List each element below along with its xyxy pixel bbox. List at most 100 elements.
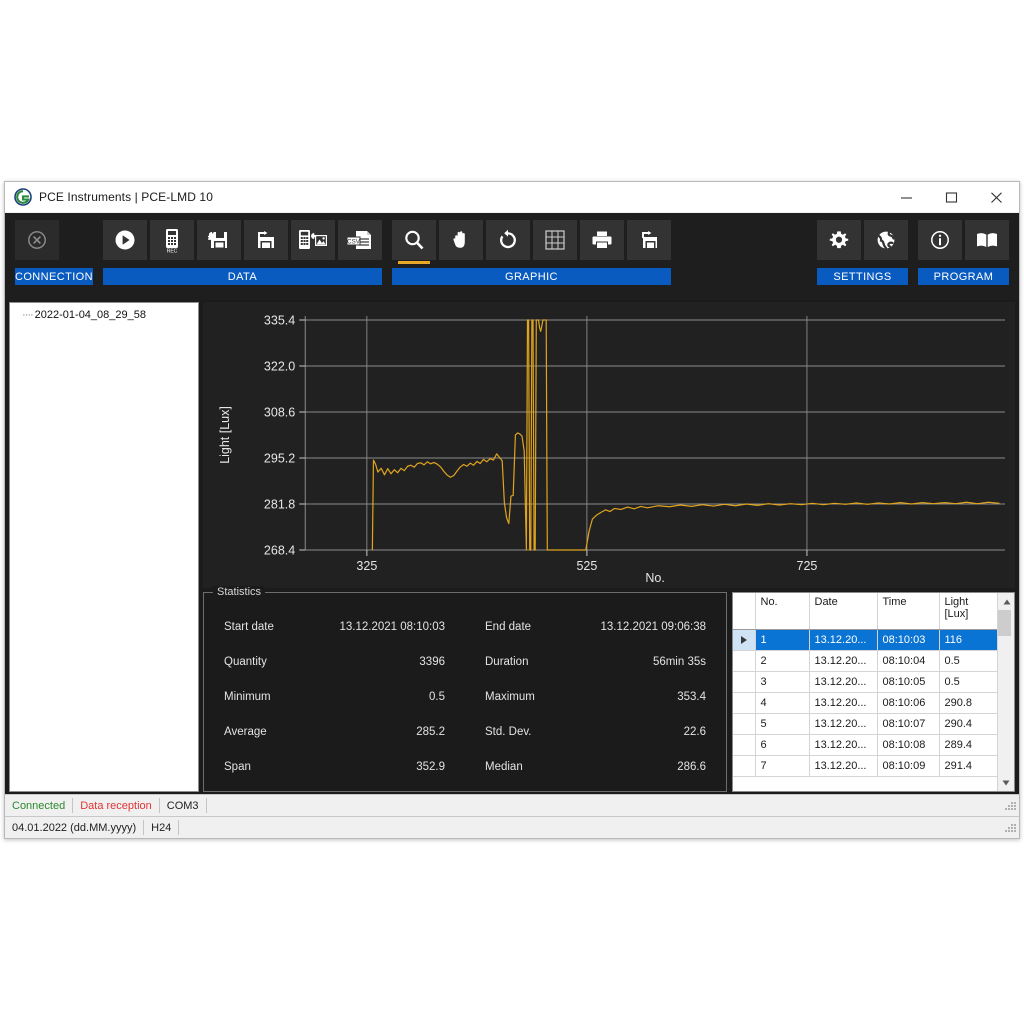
save-graphic-icon xyxy=(637,228,661,252)
device-to-chart-button[interactable] xyxy=(291,220,335,260)
window-title: PCE Instruments | PCE-LMD 10 xyxy=(39,190,213,204)
cell-lux[interactable]: 291.4 xyxy=(939,755,997,776)
table-row[interactable]: 313.12.20...08:10:050.5 xyxy=(733,671,997,692)
cell-lux[interactable]: 290.4 xyxy=(939,713,997,734)
col-header-date[interactable]: Date xyxy=(809,593,877,629)
col-header-time[interactable]: Time xyxy=(877,593,939,629)
statistic-key: End date xyxy=(485,621,531,633)
cell-time[interactable]: 08:10:08 xyxy=(877,734,939,755)
cell-time[interactable]: 08:10:04 xyxy=(877,650,939,671)
save-data-button[interactable] xyxy=(197,220,241,260)
cell-lux[interactable]: 289.4 xyxy=(939,734,997,755)
cell-time[interactable]: 08:10:06 xyxy=(877,692,939,713)
zoom-tool-button[interactable] xyxy=(392,220,436,260)
cell-date[interactable]: 13.12.20... xyxy=(809,755,877,776)
status-connected: Connected xyxy=(5,798,73,813)
col-header-lux[interactable]: Light [Lux] xyxy=(939,593,997,629)
cell-date[interactable]: 13.12.20... xyxy=(809,713,877,734)
cell-no[interactable]: 5 xyxy=(755,713,809,734)
disconnect-button[interactable] xyxy=(15,220,59,260)
table-row[interactable]: 613.12.20...08:10:08289.4 xyxy=(733,734,997,755)
maximize-button[interactable] xyxy=(929,182,974,212)
manual-button[interactable] xyxy=(965,220,1009,260)
minimize-button[interactable] xyxy=(884,182,929,212)
cell-lux[interactable]: 0.5 xyxy=(939,650,997,671)
row-selector-cell[interactable] xyxy=(733,734,755,755)
cell-lux[interactable]: 0.5 xyxy=(939,671,997,692)
statistics-panel: Statistics Start date13.12.2021 08:10:03… xyxy=(203,592,727,792)
cell-date[interactable]: 13.12.20... xyxy=(809,629,877,650)
zoom-icon xyxy=(402,228,426,252)
pan-tool-button[interactable] xyxy=(439,220,483,260)
close-button[interactable] xyxy=(974,182,1019,212)
table-row[interactable]: 713.12.20...08:10:09291.4 xyxy=(733,755,997,776)
statistic-row: End date13.12.2021 09:06:38 xyxy=(477,612,714,642)
row-selector-cell[interactable] xyxy=(733,629,755,650)
cell-no[interactable]: 4 xyxy=(755,692,809,713)
resize-grip-icon-2 xyxy=(1002,822,1016,834)
tree-item-recording[interactable]: ···· 2022-01-04_08_29_58 xyxy=(14,308,194,322)
table-row[interactable]: 513.12.20...08:10:07290.4 xyxy=(733,713,997,734)
col-header-lux-name: Light xyxy=(945,596,969,608)
data-table-panel[interactable]: No. Date Time Light [Lux] xyxy=(732,592,1015,792)
cell-date[interactable]: 13.12.20... xyxy=(809,734,877,755)
main-content-area: ···· 2022-01-04_08_29_58 268.4281.8295.2… xyxy=(5,300,1019,794)
reset-view-button[interactable] xyxy=(486,220,530,260)
cell-date[interactable]: 13.12.20... xyxy=(809,650,877,671)
table-row[interactable]: 213.12.20...08:10:040.5 xyxy=(733,650,997,671)
cell-lux[interactable]: 290.8 xyxy=(939,692,997,713)
language-button[interactable] xyxy=(864,220,908,260)
about-button[interactable] xyxy=(918,220,962,260)
print-button[interactable] xyxy=(580,220,624,260)
cell-time[interactable]: 08:10:09 xyxy=(877,755,939,776)
file-tree-panel[interactable]: ···· 2022-01-04_08_29_58 xyxy=(9,302,199,792)
row-selector-cell[interactable] xyxy=(733,713,755,734)
cell-date[interactable]: 13.12.20... xyxy=(809,692,877,713)
scroll-up-button[interactable] xyxy=(998,593,1015,610)
scroll-down-button[interactable] xyxy=(998,774,1015,791)
data-table-header: No. Date Time Light [Lux] xyxy=(733,593,997,629)
table-row[interactable]: 413.12.20...08:10:06290.8 xyxy=(733,692,997,713)
row-selector-cell[interactable] xyxy=(733,671,755,692)
cell-no[interactable]: 2 xyxy=(755,650,809,671)
toolbar-label-settings: SETTINGS xyxy=(817,268,908,285)
statistic-value: 285.2 xyxy=(416,726,445,738)
data-table-scrollbar[interactable] xyxy=(997,593,1014,791)
chart-panel[interactable]: 268.4281.8295.2308.6322.0335.4 325525725… xyxy=(203,302,1015,588)
cell-no[interactable]: 3 xyxy=(755,671,809,692)
statistic-value: 0.5 xyxy=(429,691,445,703)
gear-icon xyxy=(828,229,850,251)
row-selector-cell[interactable] xyxy=(733,755,755,776)
save-graphic-button[interactable] xyxy=(627,220,671,260)
status-time-format: H24 xyxy=(144,820,179,835)
cell-time[interactable]: 08:10:03 xyxy=(877,629,939,650)
settings-button[interactable] xyxy=(817,220,861,260)
read-device-button[interactable]: REC xyxy=(150,220,194,260)
cell-no[interactable]: 7 xyxy=(755,755,809,776)
light-chart[interactable]: 268.4281.8295.2308.6322.0335.4 325525725… xyxy=(203,302,1015,588)
start-measurement-button[interactable] xyxy=(103,220,147,260)
pan-hand-icon xyxy=(449,228,473,252)
data-table-scroll-area: No. Date Time Light [Lux] xyxy=(733,593,997,791)
toolbar-group-data: REC xyxy=(103,220,382,285)
row-selector-cell[interactable] xyxy=(733,650,755,671)
device-record-icon: REC xyxy=(160,227,184,253)
cell-lux[interactable]: 116 xyxy=(939,629,997,650)
toolbar-label-program: PROGRAM xyxy=(918,268,1009,285)
cell-time[interactable]: 08:10:07 xyxy=(877,713,939,734)
table-row[interactable]: 113.12.20...08:10:03116 xyxy=(733,629,997,650)
cell-time[interactable]: 08:10:05 xyxy=(877,671,939,692)
cell-date[interactable]: 13.12.20... xyxy=(809,671,877,692)
save-data-icon xyxy=(207,228,231,252)
cell-no[interactable]: 1 xyxy=(755,629,809,650)
cell-no[interactable]: 6 xyxy=(755,734,809,755)
scrollbar-thumb[interactable] xyxy=(998,610,1011,636)
load-data-button[interactable] xyxy=(244,220,288,260)
statistic-row: Minimum0.5 xyxy=(216,682,453,712)
csv-export-button[interactable]: CSV xyxy=(338,220,382,260)
statistic-key: Start date xyxy=(224,621,274,633)
col-header-no[interactable]: No. xyxy=(755,593,809,629)
col-header-lux-unit: [Lux] xyxy=(945,608,969,620)
row-selector-cell[interactable] xyxy=(733,692,755,713)
toggle-grid-button[interactable] xyxy=(533,220,577,260)
